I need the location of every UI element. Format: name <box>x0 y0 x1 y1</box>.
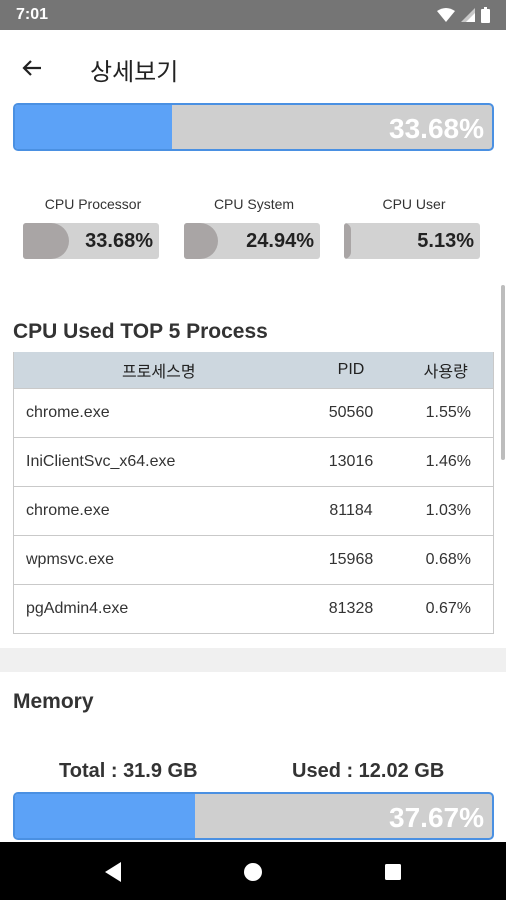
page-title: 상세보기 <box>90 58 179 86</box>
gauge-label: CPU Processor <box>44 196 142 212</box>
back-triangle-icon <box>105 862 121 882</box>
process-name: IniClientSvc_x64.exe <box>13 436 304 487</box>
status-time: 7:01 <box>16 6 49 23</box>
process-section-title: CPU Used TOP 5 Process <box>13 320 268 343</box>
process-table: 프로세스명 PID 사용량 chrome.exe 50560 1.55% Ini… <box>13 352 494 634</box>
gauge-fill <box>344 223 351 259</box>
process-pid: 81184 <box>303 485 399 536</box>
process-pid: 50560 <box>303 387 399 438</box>
battery-icon <box>481 7 490 23</box>
gauge-value: 5.13% <box>417 230 474 252</box>
gauge-label: CPU User <box>382 196 446 212</box>
table-row: wpmsvc.exe 15968 0.68% <box>13 534 494 585</box>
process-name: wpmsvc.exe <box>13 534 304 585</box>
gauge-fill <box>23 223 69 259</box>
column-header-usage: 사용량 <box>398 352 494 388</box>
cpu-user-gauge-group: CPU User 5.13% <box>344 196 484 259</box>
status-icons <box>437 7 490 23</box>
gauge-fill <box>184 223 218 259</box>
table-row: chrome.exe 50560 1.55% <box>13 387 494 438</box>
table-row: chrome.exe 81184 1.03% <box>13 485 494 536</box>
gauge-value: 33.68% <box>85 230 153 252</box>
app-bar: 상세보기 <box>0 30 506 102</box>
cpu-usage-bar: 33.68% <box>13 103 494 151</box>
recents-square-icon <box>385 864 401 880</box>
memory-usage-bar-fill <box>15 794 195 838</box>
cpu-processor-gauge: 33.68% <box>23 223 159 259</box>
process-pid: 13016 <box>303 436 399 487</box>
system-nav-bar <box>0 842 506 900</box>
process-pid: 15968 <box>303 534 399 585</box>
process-name: chrome.exe <box>13 387 304 438</box>
process-usage: 0.67% <box>398 583 494 634</box>
status-bar: 7:01 <box>0 0 506 30</box>
cpu-processor-gauge-group: CPU Processor 33.68% <box>23 196 163 259</box>
cpu-usage-value: 33.68% <box>389 113 484 144</box>
cpu-usage-bar-fill <box>15 105 173 149</box>
nav-back-button[interactable] <box>100 859 126 885</box>
process-usage: 1.46% <box>398 436 494 487</box>
process-usage: 0.68% <box>398 534 494 585</box>
cpu-system-gauge-group: CPU System 24.94% <box>184 196 324 259</box>
process-usage: 1.03% <box>398 485 494 536</box>
arrow-left-icon <box>22 60 41 76</box>
table-header-row: 프로세스명 PID 사용량 <box>13 352 494 388</box>
signal-icon <box>461 8 475 22</box>
process-usage: 1.55% <box>398 387 494 438</box>
cpu-user-gauge: 5.13% <box>344 223 480 259</box>
scrollbar-thumb[interactable] <box>501 285 505 460</box>
column-header-pid: PID <box>303 352 399 388</box>
process-name: chrome.exe <box>13 485 304 536</box>
memory-usage-value: 37.67% <box>389 802 484 833</box>
memory-usage-bar: 37.67% <box>13 792 494 840</box>
home-circle-icon <box>244 863 262 881</box>
column-header-name: 프로세스명 <box>13 352 304 388</box>
nav-home-button[interactable] <box>240 859 266 885</box>
back-button[interactable] <box>14 50 50 86</box>
nav-recents-button[interactable] <box>380 859 406 885</box>
memory-section-title: Memory <box>13 690 94 713</box>
gauge-value: 24.94% <box>246 230 314 252</box>
table-row: IniClientSvc_x64.exe 13016 1.46% <box>13 436 494 487</box>
gauge-label: CPU System <box>213 196 295 212</box>
process-name: pgAdmin4.exe <box>13 583 304 634</box>
table-row: pgAdmin4.exe 81328 0.67% <box>13 583 494 634</box>
cpu-system-gauge: 24.94% <box>184 223 320 259</box>
memory-total: Total : 31.9 GB <box>59 760 198 782</box>
section-divider <box>0 648 506 672</box>
memory-used: Used : 12.02 GB <box>292 760 445 782</box>
wifi-icon <box>437 8 455 22</box>
process-pid: 81328 <box>303 583 399 634</box>
